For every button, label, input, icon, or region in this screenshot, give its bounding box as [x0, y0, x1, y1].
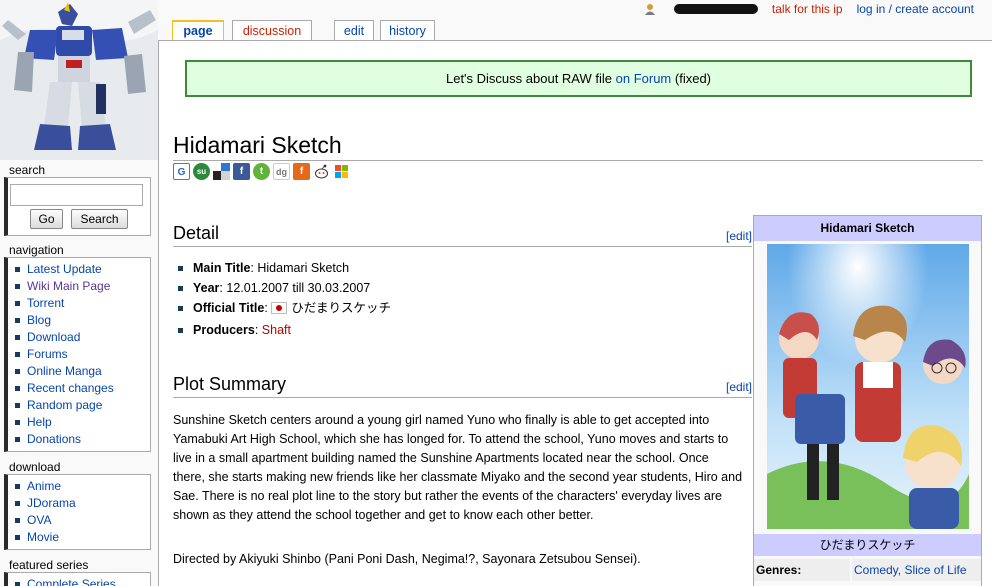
year-label: Year — [193, 281, 220, 295]
detail-list: Main Title: Hidamari Sketch Year: 12.01.… — [175, 261, 391, 343]
sidebar-item-forums[interactable]: Forums — [14, 346, 150, 363]
personal-bar: talk for this ip log in / create account — [644, 2, 974, 16]
detail-edit-link[interactable]: [edit] — [726, 221, 752, 246]
sidebar-item-donations[interactable]: Donations — [14, 431, 150, 448]
navigation-portal: Latest Update Wiki Main Page Torrent Blo… — [4, 257, 151, 452]
main-title-label: Main Title — [193, 261, 251, 275]
content-area: Let's Discuss about RAW file on Forum (f… — [158, 40, 992, 586]
site-notice-text: Let's Discuss about RAW file — [445, 71, 612, 86]
redacted-ip — [673, 4, 758, 14]
talk-link[interactable]: talk for this ip — [772, 2, 843, 16]
list-item: Official Title: ひだまりスケッチ — [175, 301, 391, 315]
list-item: Main Title: Hidamari Sketch — [175, 261, 391, 275]
plot-summary-text: Sunshine Sketch centers around a young g… — [173, 413, 743, 522]
year-value: : 12.01.2007 till 30.03.2007 — [219, 281, 371, 295]
sidebar-item-torrent[interactable]: Torrent — [14, 295, 150, 312]
sidebar-item-movie[interactable]: Movie — [14, 529, 150, 546]
genres-value[interactable]: Comedy, Slice of Life — [852, 559, 981, 581]
windows-live-icon[interactable] — [333, 163, 350, 180]
download-portal: Anime JDorama OVA Movie — [4, 474, 151, 550]
sidebar-item-anime[interactable]: Anime — [14, 478, 150, 495]
sidebar-item-complete-series[interactable]: Complete Series — [14, 576, 150, 586]
facebook-icon[interactable]: f — [233, 163, 250, 180]
sidebar-item-wiki-main-page[interactable]: Wiki Main Page — [14, 278, 150, 295]
site-notice: Let's Discuss about RAW file on Forum (f… — [185, 60, 972, 97]
furl-icon[interactable]: f — [293, 163, 310, 180]
user-icon — [644, 3, 656, 15]
search-portal-title: search — [9, 163, 46, 177]
sidebar-item-latest-update[interactable]: Latest Update — [14, 261, 150, 278]
digg-icon[interactable]: dg — [273, 163, 290, 180]
download-portal-title: download — [9, 460, 61, 474]
main-title-value: : Hidamari Sketch — [250, 261, 350, 275]
genres-row: Genres: Comedy, Slice of Life — [754, 559, 981, 581]
delicious-icon[interactable] — [213, 163, 230, 180]
plot-heading-text: Plot Summary — [173, 374, 287, 394]
official-title-value: ひだまりスケッチ — [291, 301, 392, 315]
plot-heading: Plot Summary [edit] — [173, 372, 752, 398]
tab-discussion[interactable]: discussion — [232, 20, 312, 41]
google-icon[interactable]: G — [173, 163, 190, 180]
forum-link[interactable]: on Forum — [616, 71, 672, 86]
plot-edit-link[interactable]: [edit] — [726, 372, 752, 397]
producers-label: Producers — [193, 323, 255, 337]
sidebar-item-random-page[interactable]: Random page — [14, 397, 150, 414]
sidebar-item-ova[interactable]: OVA — [14, 512, 150, 529]
tab-page[interactable]: page — [172, 20, 224, 41]
detail-heading-text: Detail — [173, 223, 220, 243]
reddit-icon[interactable] — [313, 163, 330, 180]
stumbleupon-icon[interactable]: su — [193, 163, 210, 180]
directed-by-text: Directed by Akiyuki Shinbo (Pani Poni Da… — [173, 552, 641, 566]
japan-flag-icon — [271, 302, 288, 314]
infobox-title: Hidamari Sketch — [754, 216, 981, 241]
list-item: Year: 12.01.2007 till 30.03.2007 — [175, 281, 391, 295]
sidebar-item-recent-changes[interactable]: Recent changes — [14, 380, 150, 397]
page-title: Hidamari Sketch — [173, 131, 983, 161]
official-title-label: Official Title — [193, 301, 265, 315]
sidebar-item-blog[interactable]: Blog — [14, 312, 150, 329]
sidebar-item-help[interactable]: Help — [14, 414, 150, 431]
producers-link[interactable]: Shaft — [262, 323, 291, 337]
sidebar-item-download[interactable]: Download — [14, 329, 150, 346]
go-button[interactable]: Go — [30, 209, 63, 229]
search-button[interactable]: Search — [71, 209, 128, 229]
list-item: Producers: Shaft — [175, 323, 391, 337]
sidebar-item-online-manga[interactable]: Online Manga — [14, 363, 150, 380]
featured-portal-title: featured series — [9, 558, 89, 572]
site-notice-suffix: (fixed) — [674, 71, 712, 86]
genres-label: Genres: — [754, 559, 850, 581]
infobox-caption: ひだまりスケッチ — [754, 534, 981, 556]
search-input[interactable] — [10, 184, 143, 206]
detail-heading: Detail [edit] — [173, 221, 752, 247]
cover-image[interactable] — [767, 244, 969, 529]
site-logo[interactable] — [0, 0, 158, 160]
tab-history[interactable]: history — [380, 20, 435, 41]
sidebar-item-label: Wiki Main Page — [27, 279, 111, 293]
login-link[interactable]: log in / create account — [857, 2, 974, 16]
share-bar: G su f t dg f — [173, 163, 350, 180]
navigation-portal-title: navigation — [9, 243, 64, 257]
featured-portal: Complete Series — [4, 572, 151, 586]
sidebar-item-jdorama[interactable]: JDorama — [14, 495, 150, 512]
technorati-icon[interactable]: t — [253, 163, 270, 180]
infobox: Hidamari Sketch ひだまりスケッチ Genres: Comedy,… — [753, 215, 982, 586]
tab-edit[interactable]: edit — [334, 20, 374, 41]
